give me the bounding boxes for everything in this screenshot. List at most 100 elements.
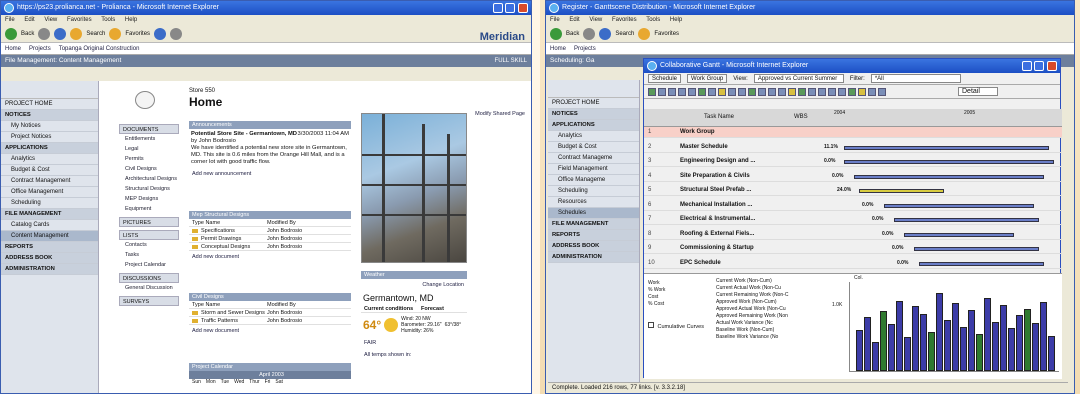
right-sidebar-item[interactable]: REPORTS xyxy=(548,230,639,241)
series-item[interactable]: Approved Actual Work (Non-Cu xyxy=(716,306,844,313)
menu-file-r[interactable]: File xyxy=(550,17,560,23)
toolbar-tool-icon[interactable] xyxy=(878,87,886,96)
nav-link[interactable]: Equipment xyxy=(119,204,179,214)
toolbar-tool-icon[interactable] xyxy=(738,87,746,96)
menu-help[interactable]: Help xyxy=(125,17,137,23)
nav-link[interactable]: Permits xyxy=(119,154,179,164)
sidebar-item[interactable]: Budget & Cost xyxy=(1,165,98,176)
toolbar-tool-icon[interactable] xyxy=(758,87,766,96)
toolbar-tool-icon[interactable] xyxy=(728,87,736,96)
right-sidebar-item[interactable]: PROJECT HOME xyxy=(548,98,639,109)
link-home[interactable]: Home xyxy=(5,46,21,52)
menu-view-r[interactable]: View xyxy=(589,17,602,23)
view-select[interactable]: Approved vs Current Summer xyxy=(753,74,844,83)
structural-row[interactable]: Permit Drawings John Bodrosio xyxy=(189,235,351,243)
civil-name[interactable]: Storm and Sewer Designs xyxy=(201,310,265,316)
task-name[interactable]: Work Group xyxy=(680,127,800,138)
task-bar[interactable] xyxy=(844,145,1049,150)
right-sidebar-item[interactable]: APPLICATIONS xyxy=(548,120,639,131)
gantt-task-row[interactable]: 4 Site Preparation & Civils 0.0% xyxy=(644,171,1062,182)
task-bar[interactable] xyxy=(894,218,1039,222)
right-sidebar-item[interactable]: Schedules xyxy=(548,208,639,219)
forward-icon-r[interactable] xyxy=(583,27,596,40)
gantt-close-button[interactable] xyxy=(1047,61,1057,71)
task-bar[interactable] xyxy=(854,174,1044,179)
toolbar-tool-icon[interactable] xyxy=(668,87,676,96)
search-label-r[interactable]: Search xyxy=(615,31,634,37)
sidebar-item[interactable]: ADDRESS BOOK xyxy=(1,253,98,264)
menu-tools[interactable]: Tools xyxy=(101,17,115,23)
task-name[interactable]: Engineering Design and ... xyxy=(680,156,800,167)
filter-select[interactable]: *All xyxy=(870,74,961,83)
modify-shared-page-link[interactable]: Modify Shared Page xyxy=(475,111,525,117)
toolbar-tool-icon[interactable] xyxy=(798,87,806,96)
sidebar-item[interactable]: FILE MANAGEMENT xyxy=(1,209,98,220)
task-bar[interactable] xyxy=(914,247,1039,251)
back-icon-r[interactable] xyxy=(550,27,562,40)
toolbar-tool-icon[interactable] xyxy=(788,87,796,96)
toolbar-tool-icon[interactable] xyxy=(848,87,856,96)
schedule-button[interactable]: Schedule xyxy=(648,74,682,83)
toolbar-tool-icon[interactable] xyxy=(828,87,836,96)
nav-section[interactable]: PICTURES xyxy=(119,217,179,227)
add-announcement-link[interactable]: Add new announcement xyxy=(189,168,351,180)
toolbar-tool-icon[interactable] xyxy=(778,87,786,96)
sidebar-item[interactable]: ADMINISTRATION xyxy=(1,264,98,275)
toolbar-tool-icon[interactable] xyxy=(648,87,656,96)
nav-link[interactable]: Civil Designs xyxy=(119,164,179,174)
task-bar[interactable] xyxy=(919,261,1044,266)
nav-link[interactable]: Legal xyxy=(119,144,179,154)
structural-name-cell[interactable]: Specifications xyxy=(189,227,267,234)
menu-view[interactable]: View xyxy=(44,17,57,23)
sidebar-item[interactable]: Catalog Cards xyxy=(1,220,98,231)
series-item[interactable]: Current Remaining Work (Non-C xyxy=(716,292,844,299)
task-name[interactable]: Site Preparation & Civils xyxy=(680,171,800,182)
cumulative-curves-check[interactable]: Cumulative Curves xyxy=(648,322,704,330)
task-bar[interactable] xyxy=(859,189,944,193)
gantt-task-row[interactable]: 3 Engineering Design and ... 0.0% xyxy=(644,156,1062,167)
task-name[interactable]: Master Schedule xyxy=(680,142,800,153)
task-name[interactable]: Electrical & Instrumental... xyxy=(680,214,800,225)
minimize-button[interactable] xyxy=(493,3,503,13)
menu-file[interactable]: File xyxy=(5,17,15,23)
gantt-task-row[interactable]: 1 Work Group xyxy=(644,127,1062,138)
sidebar-item[interactable]: Project Notices xyxy=(1,132,98,143)
link-project-name[interactable]: Topanga Original Construction xyxy=(59,46,140,52)
civil-name[interactable]: Traffic Patterns xyxy=(201,318,238,324)
sidebar-item[interactable]: APPLICATIONS xyxy=(1,143,98,154)
right-sidebar-item[interactable]: Contract Manageme xyxy=(548,153,639,164)
checkbox-icon[interactable] xyxy=(648,322,654,328)
toolbar-tool-icon[interactable] xyxy=(708,87,716,96)
nav-section[interactable]: LISTS xyxy=(119,230,179,240)
task-name[interactable]: Commissioning & Startup xyxy=(680,243,800,254)
series-item[interactable]: Current Work (Non-Cum) xyxy=(716,278,844,285)
print-icon[interactable] xyxy=(170,27,183,40)
gantt-task-row[interactable]: 6 Mechanical Installation ... 0.0% xyxy=(644,200,1062,211)
sidebar-item[interactable]: Scheduling xyxy=(1,198,98,209)
menu-favorites-r[interactable]: Favorites xyxy=(612,17,637,23)
right-sidebar-item[interactable]: FILE MANAGEMENT xyxy=(548,219,639,230)
nav-link[interactable]: Project Calendar xyxy=(119,260,179,270)
sidebar-item[interactable]: Content Management xyxy=(1,231,98,242)
task-name[interactable]: Mechanical Installation ... xyxy=(680,200,800,211)
structural-row[interactable]: Specifications John Bodrosio xyxy=(189,227,351,235)
toolbar-tool-icon[interactable] xyxy=(658,87,666,96)
add-structural-document-link[interactable]: Add new document xyxy=(189,251,351,263)
gantt-task-row[interactable]: 5 Structural Steel Prefab ... 24.0% xyxy=(644,185,1062,196)
refresh-icon-r[interactable] xyxy=(599,27,612,40)
close-button[interactable] xyxy=(518,3,528,13)
favorites-label-r[interactable]: Favorites xyxy=(654,31,679,37)
maximize-button[interactable] xyxy=(505,3,515,13)
nav-section[interactable]: DOCUMENTS xyxy=(119,124,179,134)
nav-section[interactable]: SURVEYS xyxy=(119,296,179,306)
sidebar-item[interactable]: Contract Management xyxy=(1,176,98,187)
task-name[interactable]: Roofing & External Fiels... xyxy=(680,229,800,240)
gantt-task-row[interactable]: 7 Electrical & Instrumental... 0.0% xyxy=(644,214,1062,225)
toolbar-tool-icon[interactable] xyxy=(688,87,696,96)
menu-edit-r[interactable]: Edit xyxy=(569,17,579,23)
right-sidebar-item[interactable]: Office Manageme xyxy=(548,175,639,186)
link-projects[interactable]: Projects xyxy=(29,46,51,52)
back-label[interactable]: Back xyxy=(21,31,34,37)
task-name[interactable]: EPC Schedule xyxy=(680,258,800,269)
work-group-button[interactable]: Work Group xyxy=(687,74,728,83)
